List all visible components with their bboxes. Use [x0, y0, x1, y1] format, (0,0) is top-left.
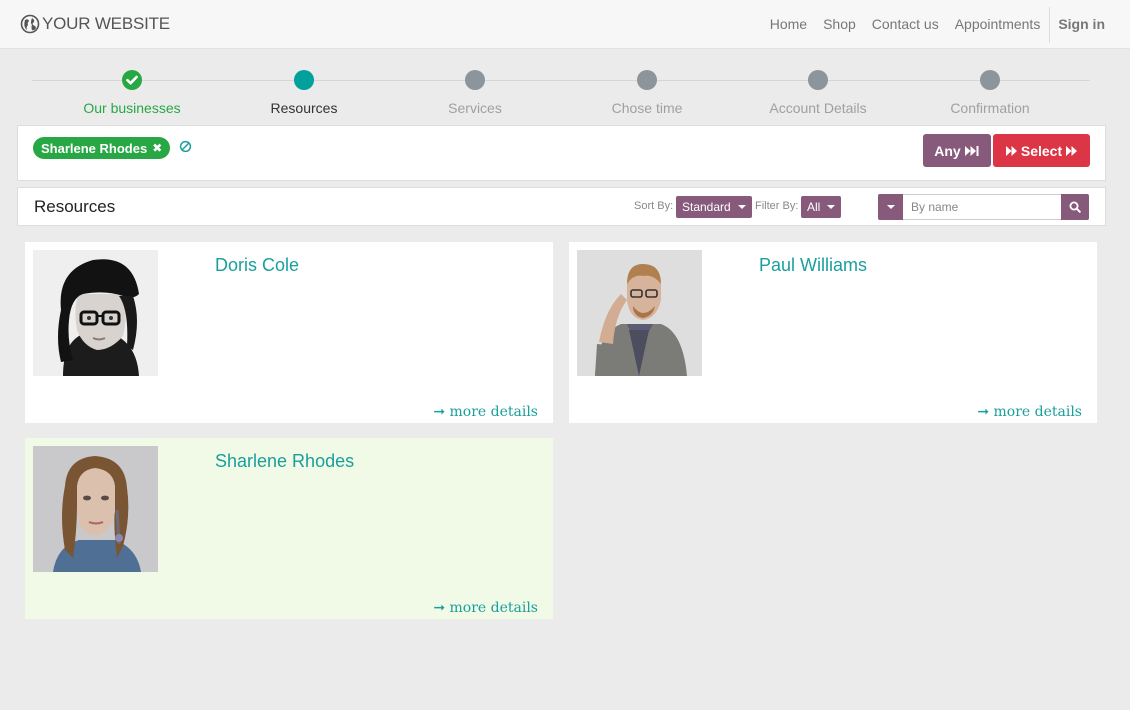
step-pending-dot [980, 70, 1000, 90]
sign-in-link[interactable]: Sign in [1050, 0, 1130, 49]
wizard-step-our-businesses[interactable]: Our businesses [46, 70, 218, 116]
any-button[interactable]: Any [923, 134, 991, 167]
resource-photo [33, 250, 158, 376]
more-details-link[interactable]: ➞ more details [977, 404, 1082, 420]
filter-value: All [807, 200, 821, 214]
step-done-check-icon [122, 70, 142, 90]
step-label: Services [448, 100, 502, 116]
more-details-link[interactable]: ➞ more details [433, 404, 538, 420]
fast-forward-icon [1066, 145, 1078, 156]
resource-card-doris-cole[interactable]: Doris Cole ➞ more details [25, 242, 553, 423]
skip-forward-icon [964, 145, 979, 156]
step-label: Account Details [769, 100, 867, 116]
nav-home[interactable]: Home [762, 0, 815, 49]
resource-name[interactable]: Sharlene Rhodes [215, 451, 354, 472]
selected-resource-chip[interactable]: Sharlene Rhodes ✖ [33, 137, 171, 159]
arrow-right-icon: ➞ [977, 404, 990, 420]
step-pending-dot [637, 70, 657, 90]
resource-card-sharlene-rhodes[interactable]: Sharlene Rhodes ➞ more details [25, 438, 553, 619]
step-active-dot [294, 70, 314, 90]
more-details-label: more details [449, 600, 539, 616]
globe-icon [20, 14, 40, 34]
arrow-right-icon: ➞ [433, 404, 446, 420]
page-title: Resources [34, 197, 116, 216]
any-button-label: Any [934, 142, 961, 159]
caret-down-icon [886, 205, 895, 209]
filter-label: Filter By: [755, 200, 799, 212]
nav-shop[interactable]: Shop [815, 0, 864, 49]
resource-photo [33, 446, 158, 572]
brand-logo[interactable]: YOUR WEBSITE [20, 12, 170, 36]
fast-forward-icon [1005, 145, 1017, 156]
wizard-step-account-details: Account Details [732, 70, 904, 116]
step-label: Chose time [611, 100, 683, 116]
resource-photo [577, 250, 702, 376]
wizard-step-chose-time: Chose time [561, 70, 733, 116]
more-details-label: more details [993, 404, 1083, 420]
search-icon [1069, 201, 1081, 213]
search-input[interactable] [903, 194, 1061, 220]
arrow-right-icon: ➞ [433, 600, 446, 616]
chip-label: Sharlene Rhodes [41, 140, 148, 156]
step-pending-dot [808, 70, 828, 90]
remove-chip-icon[interactable]: ✖ [152, 141, 162, 155]
step-label: Confirmation [950, 100, 1030, 116]
step-label: Resources [270, 100, 338, 116]
resource-name[interactable]: Doris Cole [215, 255, 299, 276]
step-pending-dot [465, 70, 485, 90]
nav-contact-us[interactable]: Contact us [864, 0, 947, 49]
wizard-step-confirmation: Confirmation [904, 70, 1076, 116]
main-nav: Home Shop Contact us Appointments Sign i… [762, 0, 1130, 49]
selection-panel: Sharlene Rhodes ✖ Any Select [17, 125, 1106, 181]
wizard-step-services: Services [389, 70, 561, 116]
resources-toolbar: Resources Sort By: Standard Filter By: A… [17, 187, 1106, 226]
search-button[interactable] [1061, 194, 1089, 220]
sort-dropdown[interactable]: Standard [676, 196, 752, 218]
wizard-step-resources: Resources [218, 70, 390, 116]
brand-name: YOUR WEBSITE [42, 14, 170, 33]
select-button[interactable]: Select [993, 134, 1090, 167]
resource-card-paul-williams[interactable]: Paul Williams ➞ more details [569, 242, 1097, 423]
caret-down-icon [827, 205, 836, 209]
more-details-label: more details [449, 404, 539, 420]
top-navbar: YOUR WEBSITE Home Shop Contact us Appoin… [0, 0, 1130, 49]
filter-dropdown[interactable]: All [801, 196, 842, 218]
clear-selection-icon[interactable] [179, 140, 192, 153]
nav-appointments[interactable]: Appointments [947, 0, 1049, 49]
step-label: Our businesses [83, 100, 181, 116]
caret-down-icon [737, 205, 746, 209]
sort-value: Standard [682, 200, 731, 214]
more-details-link[interactable]: ➞ more details [433, 600, 538, 616]
select-button-label: Select [1020, 142, 1063, 159]
search-options-dropdown[interactable] [878, 194, 903, 220]
sort-label: Sort By: [634, 200, 674, 212]
resource-name[interactable]: Paul Williams [759, 255, 867, 276]
